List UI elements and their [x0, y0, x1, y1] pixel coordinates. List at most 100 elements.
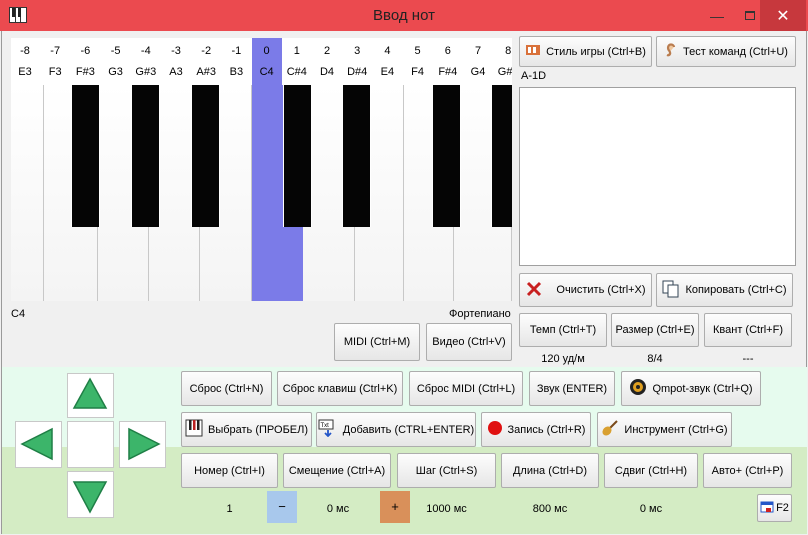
length-button[interactable]: Длина (Ctrl+D) [501, 453, 599, 488]
decrement-button[interactable]: − [267, 491, 297, 523]
arrow-center-button[interactable] [67, 421, 114, 468]
clear-label: Очистить (Ctrl+X) [556, 284, 646, 296]
key-number: -8 [20, 45, 30, 57]
tempo-button[interactable]: Темп (Ctrl+T) [519, 313, 607, 347]
key-header-cell: 4 E4 [372, 38, 402, 85]
close-icon: ✕ [776, 7, 790, 25]
arrow-left-icon [20, 427, 53, 461]
key-header-cell: 7 G4 [463, 38, 493, 85]
key-header-cell: 6 F#4 [433, 38, 463, 85]
select-button[interactable]: Выбрать (ПРОБЕЛ) [181, 412, 312, 447]
key-header-cell: -2 A#3 [191, 38, 221, 85]
quant-button[interactable]: Квант (Ctrl+F) [704, 313, 792, 347]
key-header: -8 E3 -7 F3 -6 F#3 -5 G3 -4 G#3 -3 A3 -2 A#3 -1 B3 0 C4 1 C… [11, 38, 512, 85]
key-header-cell: -5 G3 [101, 38, 131, 85]
white-key[interactable] [11, 85, 44, 301]
key-number: 2 [323, 45, 331, 57]
step-label: Шаг (Ctrl+S) [415, 464, 478, 477]
reset-button[interactable]: Сброс (Ctrl+N) [181, 371, 272, 406]
current-note-label: C4 [11, 308, 26, 320]
key-number: -4 [140, 45, 151, 57]
title-bar: Ввод нот — ✕ [0, 0, 808, 31]
key-header-cell: 2 D4 [312, 38, 342, 85]
add-button[interactable]: Txt Добавить (CTRL+ENTER) [316, 412, 476, 447]
play-style-icon [525, 42, 541, 61]
black-key[interactable] [283, 85, 312, 227]
key-note-name: C4 [259, 66, 274, 78]
reset-keys-button[interactable]: Сброс клавиш (Ctrl+K) [277, 371, 403, 406]
play-style-button[interactable]: Стиль игры (Ctrl+B) [519, 36, 652, 67]
quant-label: Квант (Ctrl+F) [713, 324, 783, 336]
size-label: Размер (Ctrl+E) [615, 324, 695, 336]
key-number: 8 [505, 45, 512, 57]
midi-label: MIDI (Ctrl+M) [343, 336, 411, 348]
key-note-name: E3 [18, 66, 32, 78]
minimize-button[interactable]: — [700, 0, 734, 31]
guitar-icon [601, 419, 619, 440]
arrow-right-button[interactable] [119, 421, 166, 468]
arrow-down-button[interactable] [67, 471, 114, 518]
key-number: 7 [474, 45, 482, 57]
reset-midi-button[interactable]: Сброс MIDI (Ctrl+L) [409, 371, 523, 406]
close-button[interactable]: ✕ [760, 0, 806, 31]
maximize-icon [745, 11, 755, 20]
selected-key-upper[interactable] [253, 85, 283, 227]
select-label: Выбрать (ПРОБЕЛ) [207, 423, 309, 436]
qmpot-sound-button[interactable]: Qmpot-звук (Ctrl+Q) [621, 371, 761, 406]
record-button[interactable]: Запись (Ctrl+R) [481, 412, 591, 447]
test-commands-button[interactable]: Тест команд (Ctrl+U) [656, 36, 796, 67]
black-key[interactable] [342, 85, 371, 227]
auto-plus-button[interactable]: Авто+ (Ctrl+P) [703, 453, 792, 488]
key-header-cell: -7 F3 [40, 38, 70, 85]
step-button[interactable]: Шаг (Ctrl+S) [397, 453, 496, 488]
key-number: -3 [171, 45, 181, 57]
key-note-name: D4 [319, 66, 335, 78]
ear-icon [664, 42, 678, 61]
f2-button[interactable]: F2 [757, 494, 792, 522]
key-number: -5 [110, 45, 121, 57]
key-note-name: A3 [169, 66, 183, 78]
minimize-icon: — [710, 7, 724, 24]
clear-button[interactable]: Очистить (Ctrl+X) [519, 273, 652, 307]
key-number: 4 [384, 45, 391, 57]
instrument-button[interactable]: Инструмент (Ctrl+G) [597, 412, 732, 447]
commands-textarea[interactable] [519, 87, 796, 266]
piano-keyboard[interactable] [11, 85, 512, 301]
instrument-label: Инструмент (Ctrl+G) [624, 423, 728, 436]
black-key[interactable] [131, 85, 160, 227]
tempo-label: Темп (Ctrl+T) [529, 324, 597, 336]
midi-button[interactable]: MIDI (Ctrl+M) [334, 323, 420, 361]
key-note-name: B3 [229, 66, 244, 78]
svg-text:Txt: Txt [320, 423, 329, 429]
size-button[interactable]: Размер (Ctrl+E) [611, 313, 699, 347]
number-value: 1 [226, 503, 233, 515]
video-button[interactable]: Видео (Ctrl+V) [426, 323, 512, 361]
copy-button[interactable]: Копировать (Ctrl+C) [656, 273, 793, 307]
number-button[interactable]: Номер (Ctrl+I) [181, 453, 278, 488]
key-number: -7 [50, 45, 61, 57]
key-header-cell: 0 C4 [251, 38, 282, 85]
arrow-left-button[interactable] [15, 421, 62, 468]
black-key[interactable] [432, 85, 461, 227]
speaker-icon [629, 378, 647, 399]
record-icon [487, 420, 503, 439]
key-note-name: G#3 [135, 66, 157, 78]
key-header-cell: -4 G#3 [131, 38, 161, 85]
shift-button[interactable]: Сдвиг (Ctrl+H) [604, 453, 698, 488]
arrow-up-button[interactable] [67, 373, 114, 418]
offset-button[interactable]: Смещение (Ctrl+A) [283, 453, 391, 488]
black-key[interactable] [491, 85, 512, 227]
black-key[interactable] [191, 85, 220, 227]
sound-button[interactable]: Звук (ENTER) [529, 371, 615, 406]
clear-x-icon [525, 280, 543, 301]
key-header-cell: 3 D#4 [342, 38, 372, 85]
length-label: Длина (Ctrl+D) [512, 464, 588, 477]
selected-key-lower[interactable] [253, 227, 303, 301]
quant-value: --- [742, 353, 754, 365]
reset-label: Сброс (Ctrl+N) [189, 382, 264, 395]
key-note-name: F4 [411, 66, 425, 78]
black-key[interactable] [71, 85, 100, 227]
step-value: 1000 мс [426, 503, 467, 515]
text-add-icon: Txt [318, 419, 338, 440]
piano-icon [185, 419, 203, 440]
